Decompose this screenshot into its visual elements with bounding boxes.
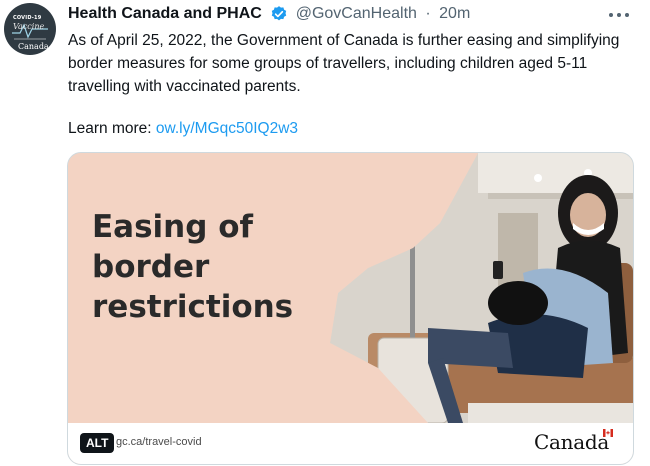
tweet[interactable]: COVID-19 Vaccine Canada Health Canada an…	[0, 0, 650, 466]
avatar-wordmark: Canada	[18, 42, 49, 51]
avatar-line2: Vaccine	[13, 22, 45, 31]
learn-more-label: Learn more:	[68, 120, 152, 137]
media-url: gc.ca/travel-covid	[116, 436, 202, 448]
avatar-line1: COVID-19	[13, 15, 42, 21]
learn-more-link[interactable]: ow.ly/MGqc50IQ2w3	[156, 120, 298, 137]
media-card[interactable]: Easing of border restrictions ALT gc.ca/…	[67, 152, 634, 465]
media-headline: Easing of border restrictions	[92, 209, 294, 325]
learn-more-line: Learn more: ow.ly/MGqc50IQ2w3	[68, 118, 298, 140]
user-handle[interactable]: @GovCanHealth	[296, 3, 417, 25]
separator-dot: ·	[425, 5, 431, 22]
canada-wordmark: Canada	[534, 430, 609, 454]
timestamp[interactable]: 20m	[439, 3, 470, 25]
verified-badge-icon	[272, 6, 287, 21]
alt-text-button[interactable]: ALT	[80, 433, 115, 453]
tweet-text: As of April 25, 2022, the Government of …	[68, 32, 620, 95]
media-footer: ALT gc.ca/travel-covid Canada	[68, 423, 633, 464]
more-options-icon[interactable]	[608, 8, 630, 22]
tweet-header: Health Canada and PHAC @GovCanHealth · 2…	[68, 3, 470, 25]
display-name[interactable]: Health Canada and PHAC	[68, 3, 262, 25]
avatar[interactable]: COVID-19 Vaccine Canada	[4, 3, 56, 55]
canada-flag-icon	[603, 429, 613, 437]
